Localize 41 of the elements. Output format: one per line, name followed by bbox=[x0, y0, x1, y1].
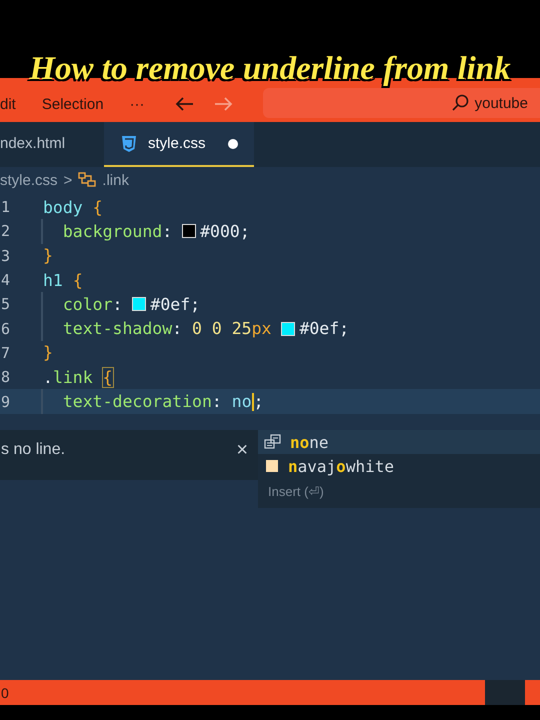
suggestion-status: Insert (⏎) bbox=[267, 484, 325, 499]
color-swatch[interactable] bbox=[182, 224, 196, 238]
menu-item[interactable]: Selection bbox=[42, 88, 104, 112]
editor-tab[interactable]: style.css bbox=[104, 122, 254, 167]
symbol-icon bbox=[78, 172, 96, 188]
line-number: 3 bbox=[1, 246, 12, 265]
code-line: background: #000; bbox=[41, 219, 250, 244]
line-number: 4 bbox=[1, 271, 12, 290]
line-number: 2 bbox=[1, 222, 12, 240]
code-line: body { bbox=[42, 196, 103, 219]
line-number: 8 bbox=[1, 368, 12, 386]
status-text: 0 bbox=[1, 684, 9, 700]
code-line: color: #0ef; bbox=[41, 292, 200, 316]
search-icon bbox=[450, 94, 469, 112]
search-field[interactable]: youtube bbox=[262, 88, 540, 118]
menu-item[interactable]: ··· bbox=[130, 88, 145, 112]
video-title: How to remove underline from link bbox=[29, 51, 511, 88]
code-line: text-shadow: 0 0 25px #0ef; bbox=[41, 316, 350, 341]
css-file-icon bbox=[120, 134, 138, 152]
line-number: 9 bbox=[1, 392, 12, 411]
code-line: } bbox=[42, 342, 53, 364]
menu-item[interactable]: dit bbox=[0, 88, 16, 112]
suggestion-item[interactable]: navajowhite bbox=[258, 454, 540, 478]
editor-tab[interactable]: ndex.html bbox=[0, 122, 104, 167]
keyword-icon bbox=[264, 434, 282, 450]
breadcrumb-item[interactable]: style.css bbox=[0, 172, 58, 188]
color-swatch[interactable] bbox=[132, 297, 146, 312]
line-number: 7 bbox=[1, 344, 12, 362]
line-number: 6 bbox=[1, 320, 12, 338]
code-line: } bbox=[42, 245, 53, 268]
close-button[interactable]: × bbox=[236, 438, 248, 462]
details-text: s no line. bbox=[1, 441, 66, 459]
suggestion-item[interactable]: none bbox=[258, 430, 540, 454]
code-line: .link { bbox=[42, 366, 113, 389]
line-number: 5 bbox=[1, 295, 12, 314]
breadcrumb-separator: > bbox=[64, 172, 72, 188]
color-swatch[interactable] bbox=[281, 322, 296, 336]
code-line: h1 { bbox=[42, 270, 83, 292]
line-number: 1 bbox=[1, 198, 12, 216]
code-line: text-decoration: no; bbox=[41, 389, 264, 414]
breadcrumb-item[interactable]: .link bbox=[102, 172, 129, 188]
